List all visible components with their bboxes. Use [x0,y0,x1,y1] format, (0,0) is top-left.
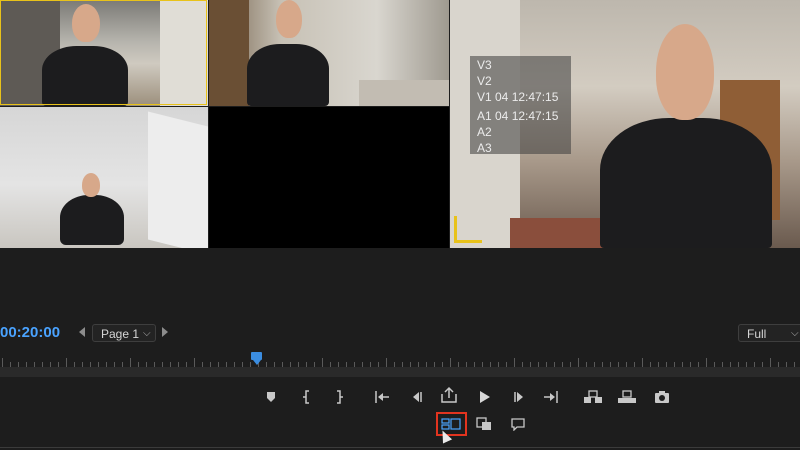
page-select[interactable]: Page 1 ⌵ [92,324,156,342]
ruler-tick [770,358,771,367]
add-marker-button[interactable] [260,388,282,406]
lift-icon [441,386,457,403]
playhead-handle[interactable] [251,352,262,360]
mark-in-button[interactable] [296,388,318,406]
overlay-line: V2 [477,74,492,88]
go-to-out-button[interactable] [540,388,562,406]
zoom-scroll-bar[interactable] [0,367,800,377]
ruler-tick [578,358,579,367]
speech-bubble-icon [511,418,525,431]
person-shirt [60,195,124,245]
mark-out-icon [337,390,343,404]
previous-page-icon[interactable] [79,327,85,337]
wall-panel [148,111,208,248]
playhead-timecode[interactable]: 00:20:00 [0,324,60,341]
ruler-tick [2,358,3,367]
overlay-line: A3 [477,141,492,155]
person-shirt [247,44,329,106]
person-head [656,24,714,120]
export-frame-button[interactable] [651,388,673,406]
ruler-tick [514,358,515,367]
lift-button[interactable] [438,386,460,404]
go-to-in-button[interactable] [371,388,393,406]
go-to-in-icon [375,391,389,403]
marker-icon [267,392,275,402]
resolution-select-value: Full [747,327,767,341]
overlay-line: V1 04 12:47:15 [477,90,559,104]
ruler-tick [322,358,323,367]
playhead-tip [253,360,261,365]
overlay-line: A2 [477,125,492,139]
step-forward-icon [514,392,523,402]
overlay-line: A1 04 12:47:15 [477,109,559,123]
safe-margin-corner [454,216,457,242]
overwrite-icon [618,390,636,403]
comparison-view-icon [476,417,491,430]
ruler-tick [450,358,451,367]
camera-2-tile[interactable] [209,0,449,106]
ruler-tick [130,358,131,367]
comparison-view-button[interactable] [473,415,495,433]
camera-4-tile[interactable] [209,107,449,248]
ruler-tick [706,358,707,367]
captions-button[interactable] [507,415,529,433]
next-page-icon[interactable] [162,327,168,337]
ruler-tick [642,358,643,367]
ruler-tick [386,358,387,367]
safe-margin-corner [454,240,482,243]
wood-door-background [209,0,249,106]
play-icon [480,391,490,403]
mark-out-button[interactable] [328,388,350,406]
chevron-down-icon: ⌵ [143,328,151,339]
mark-in-icon [303,390,309,404]
person-head [276,0,302,38]
ruler-tick [194,358,195,367]
step-forward-button[interactable] [508,388,530,406]
overlay-line: V3 [477,58,492,72]
insert-icon [584,390,602,403]
go-to-out-icon [544,391,558,403]
ruler-tick [66,358,67,367]
time-ruler[interactable] [0,355,800,367]
chevron-down-icon: ⌵ [791,328,799,339]
camera-icon [655,391,669,403]
page-select-value: Page 1 [101,327,140,341]
panel-divider [0,447,800,448]
insert-button[interactable] [582,388,604,406]
overwrite-button[interactable] [616,388,638,406]
play-button[interactable] [473,388,495,406]
step-back-icon [413,392,422,402]
selected-camera-border [0,0,207,105]
step-back-button[interactable] [406,388,428,406]
person-shirt [600,118,772,248]
counter-background [359,80,449,106]
person-head [82,173,100,197]
camera-3-tile[interactable] [0,107,208,248]
resolution-select[interactable]: Full ⌵ [738,324,800,342]
